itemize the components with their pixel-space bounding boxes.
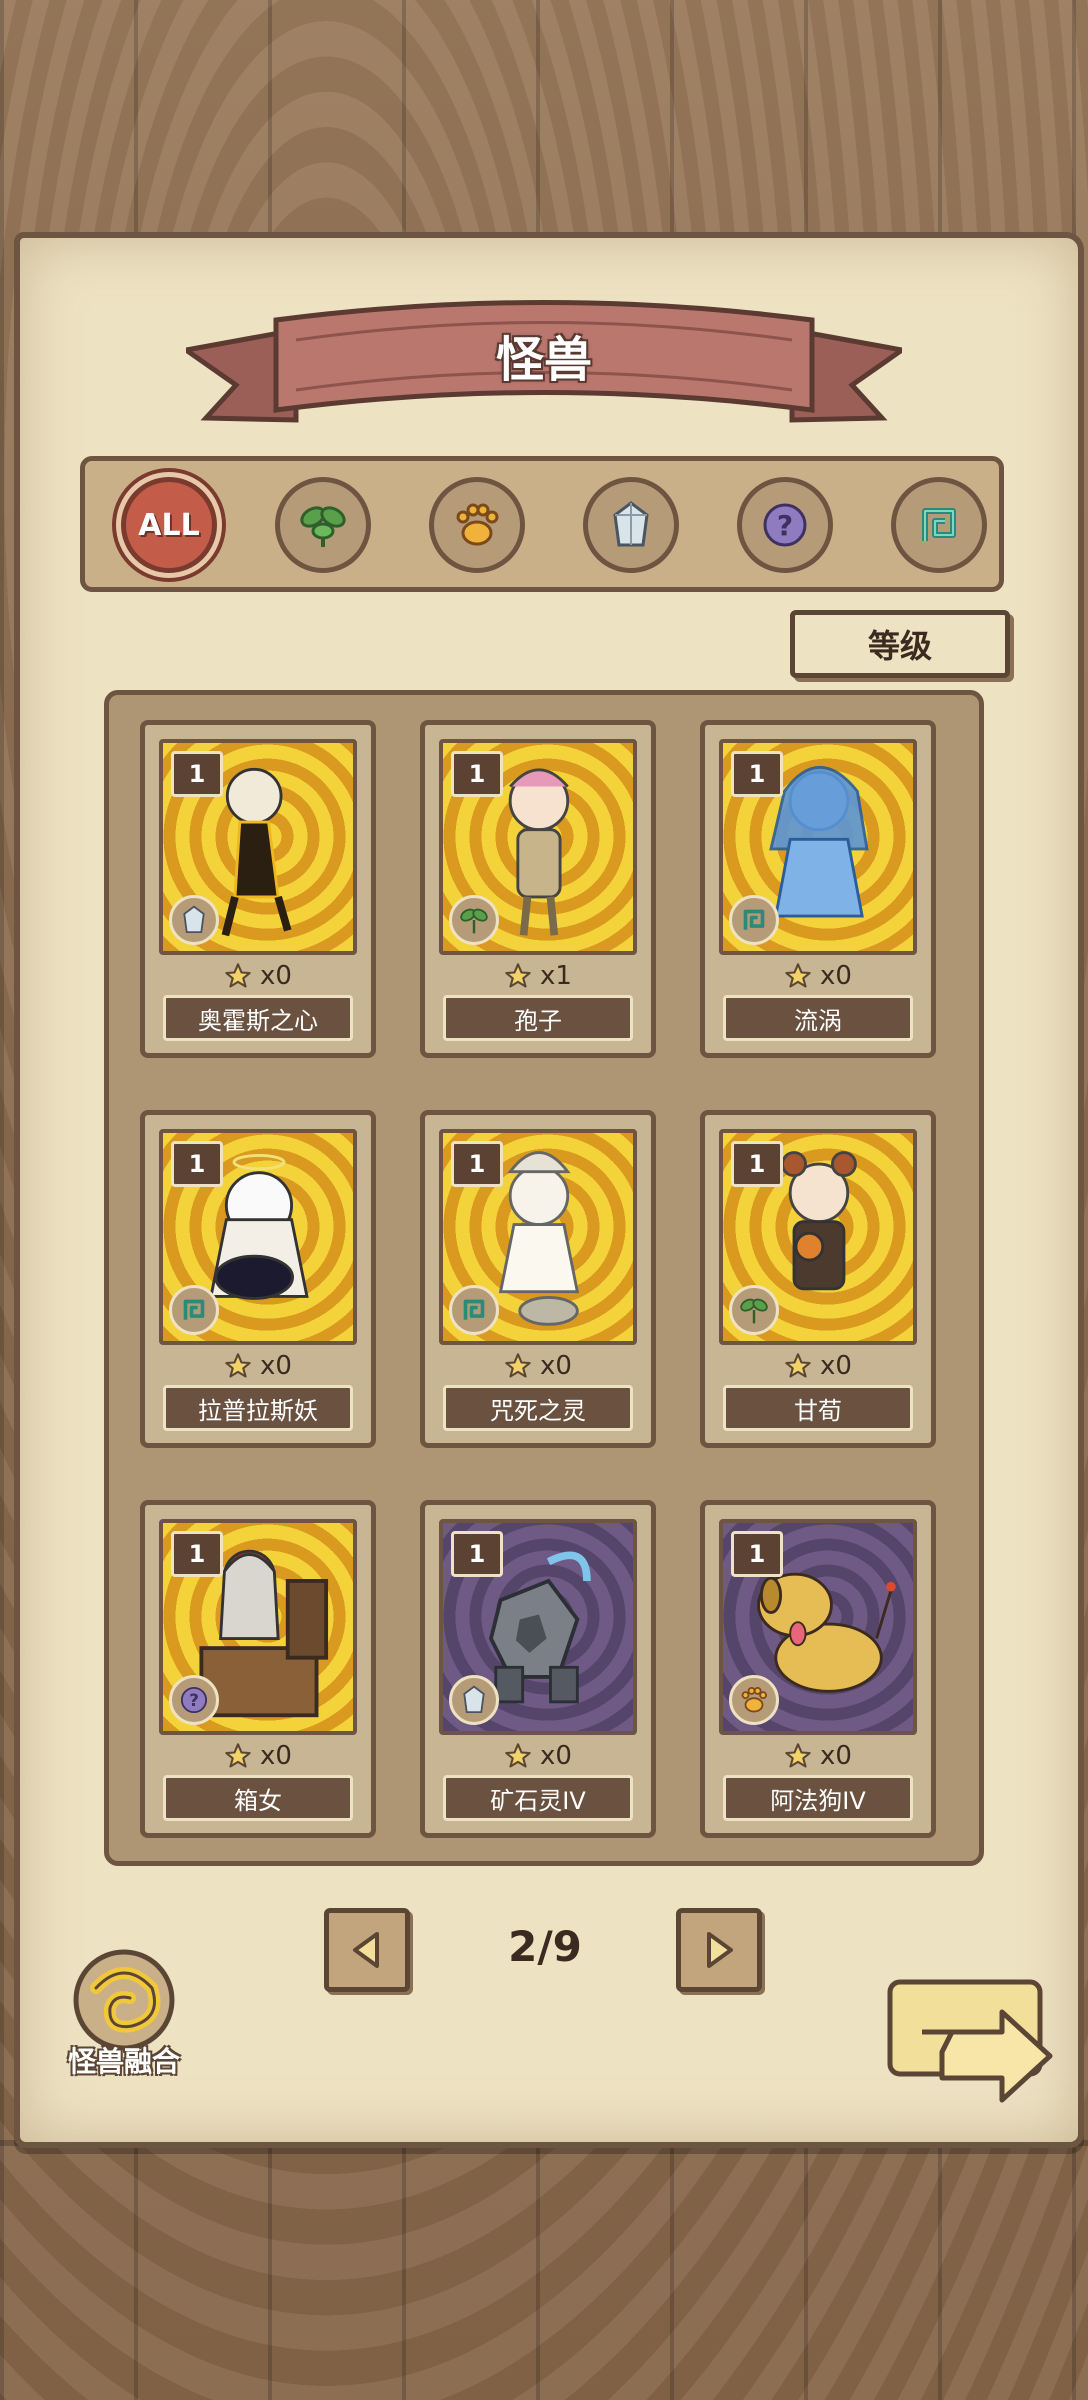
level-badge: 1 bbox=[171, 1141, 223, 1187]
monster-name: 矿石灵IV bbox=[443, 1775, 633, 1821]
leaf-icon bbox=[300, 506, 346, 547]
star-icon bbox=[785, 1353, 811, 1378]
monster-card[interactable]: 1 x0 甘荀 bbox=[700, 1110, 936, 1448]
star-icon bbox=[225, 1353, 251, 1378]
filter-mineral-button[interactable] bbox=[583, 477, 679, 573]
owned-count-value: x0 bbox=[820, 961, 852, 991]
monster-name: 箱女 bbox=[163, 1775, 353, 1821]
arrow-left-icon bbox=[353, 1932, 379, 1968]
star-icon bbox=[505, 1353, 531, 1378]
page-indicator: 2/9 bbox=[508, 1922, 582, 1971]
question-icon: ? bbox=[169, 1675, 219, 1725]
monster-portrait: 1 bbox=[159, 1129, 357, 1345]
owned-count: x0 bbox=[145, 1739, 371, 1773]
monster-card[interactable]: 1 x0 矿石灵IV bbox=[420, 1500, 656, 1838]
owned-count: x0 bbox=[705, 959, 931, 993]
level-badge: 1 bbox=[451, 1141, 503, 1187]
filter-beast-button[interactable] bbox=[429, 477, 525, 573]
star-icon bbox=[505, 963, 531, 988]
monster-portrait: 1 bbox=[439, 739, 637, 955]
monster-card[interactable]: 1? x0 箱女 bbox=[140, 1500, 376, 1838]
monster-name: 孢子 bbox=[443, 995, 633, 1041]
monster-portrait: 1 bbox=[719, 1519, 917, 1735]
monster-card[interactable]: 1 x0 奥霍斯之心 bbox=[140, 720, 376, 1058]
filter-spirit-button[interactable] bbox=[891, 477, 987, 573]
star-icon bbox=[225, 1743, 251, 1768]
filter-plant-button[interactable] bbox=[275, 477, 371, 573]
swirl-icon bbox=[729, 895, 779, 945]
owned-count: x0 bbox=[425, 1739, 651, 1773]
monster-portrait: 1 bbox=[719, 739, 917, 955]
monster-name: 流涡 bbox=[723, 995, 913, 1041]
swirl-icon bbox=[449, 1285, 499, 1335]
next-page-button[interactable] bbox=[676, 1908, 762, 1992]
owned-count: x1 bbox=[425, 959, 651, 993]
crystal-icon bbox=[449, 1675, 499, 1725]
crystal-icon bbox=[169, 895, 219, 945]
monster-card[interactable]: 1 x0 拉普拉斯妖 bbox=[140, 1110, 376, 1448]
level-badge: 1 bbox=[731, 1531, 783, 1577]
owned-count-value: x0 bbox=[540, 1741, 572, 1771]
owned-count: x0 bbox=[705, 1739, 931, 1773]
level-badge: 1 bbox=[731, 1141, 783, 1187]
level-badge: 1 bbox=[731, 751, 783, 797]
svg-text:?: ? bbox=[777, 509, 793, 542]
filter-unknown-button[interactable]: ? bbox=[737, 477, 833, 573]
owned-count-value: x0 bbox=[820, 1351, 852, 1381]
back-button[interactable] bbox=[882, 1972, 1062, 2122]
monster-name: 阿法狗IV bbox=[723, 1775, 913, 1821]
star-icon bbox=[505, 1743, 531, 1768]
leaf-icon bbox=[449, 895, 499, 945]
owned-count: x0 bbox=[145, 959, 371, 993]
monster-card[interactable]: 1 x0 咒死之灵 bbox=[420, 1110, 656, 1448]
paw-icon bbox=[456, 503, 499, 546]
filter-all-button[interactable]: ALL bbox=[121, 477, 217, 573]
owned-count-value: x1 bbox=[540, 961, 572, 991]
monster-name: 咒死之灵 bbox=[443, 1385, 633, 1431]
monster-name: 甘荀 bbox=[723, 1385, 913, 1431]
svg-text:?: ? bbox=[189, 1691, 199, 1711]
crystal-icon bbox=[613, 501, 649, 547]
star-icon bbox=[785, 1743, 811, 1768]
swirl-icon bbox=[922, 508, 956, 541]
owned-count: x0 bbox=[705, 1349, 931, 1383]
owned-count-value: x0 bbox=[260, 1741, 292, 1771]
owned-count-value: x0 bbox=[260, 961, 292, 991]
star-icon bbox=[785, 963, 811, 988]
monster-portrait: 1 bbox=[159, 739, 357, 955]
leaf-icon bbox=[729, 1285, 779, 1335]
question-icon: ? bbox=[763, 503, 807, 547]
owned-count-value: x0 bbox=[260, 1351, 292, 1381]
monster-fusion-button[interactable]: 怪兽融合 bbox=[52, 1948, 196, 2080]
owned-count-value: x0 bbox=[820, 1741, 852, 1771]
sort-by-level-button[interactable]: 等级 bbox=[790, 610, 1010, 678]
title-banner: 怪兽 bbox=[179, 290, 909, 440]
owned-count: x0 bbox=[145, 1349, 371, 1383]
prev-page-button[interactable] bbox=[324, 1908, 410, 1992]
page-title: 怪兽 bbox=[495, 332, 592, 388]
monster-portrait: 1 bbox=[719, 1129, 917, 1345]
star-icon bbox=[225, 963, 251, 988]
monster-portrait: 1 bbox=[439, 1519, 637, 1735]
monster-card[interactable]: 1 x0 流涡 bbox=[700, 720, 936, 1058]
swirl-icon bbox=[169, 1285, 219, 1335]
monster-name: 拉普拉斯妖 bbox=[163, 1385, 353, 1431]
arrow-right-icon bbox=[707, 1932, 733, 1968]
fusion-label: 怪兽融合 bbox=[67, 2045, 180, 2078]
category-filter-bar: ALL ? bbox=[80, 456, 1004, 592]
owned-count-value: x0 bbox=[540, 1351, 572, 1381]
monster-portrait: 1? bbox=[159, 1519, 357, 1735]
monster-card[interactable]: 1 x1 孢子 bbox=[420, 720, 656, 1058]
filter-all-label: ALL bbox=[138, 507, 200, 543]
level-badge: 1 bbox=[451, 751, 503, 797]
monster-name: 奥霍斯之心 bbox=[163, 995, 353, 1041]
level-badge: 1 bbox=[451, 1531, 503, 1577]
owned-count: x0 bbox=[425, 1349, 651, 1383]
return-arrow-icon bbox=[887, 1979, 1053, 2103]
level-badge: 1 bbox=[171, 751, 223, 797]
level-badge: 1 bbox=[171, 1531, 223, 1577]
monster-card[interactable]: 1 x0 阿法狗IV bbox=[700, 1500, 936, 1838]
monster-portrait: 1 bbox=[439, 1129, 637, 1345]
paw-icon bbox=[729, 1675, 779, 1725]
